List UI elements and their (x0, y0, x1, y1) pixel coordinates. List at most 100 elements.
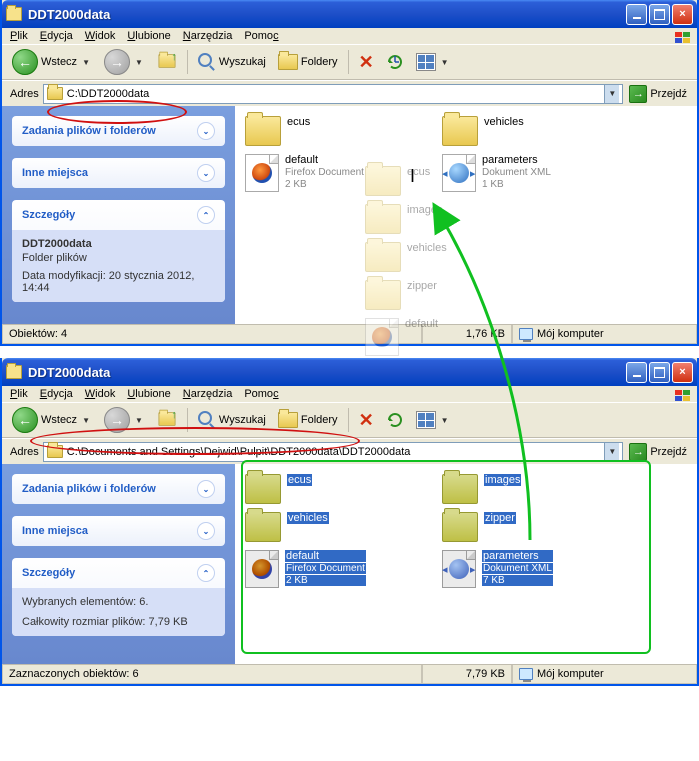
menu-view[interactable]: Widok (85, 30, 116, 42)
menu-help[interactable]: Pomoc (244, 388, 278, 400)
other-places-panel: Inne miejsca⌄ (12, 158, 225, 188)
other-header[interactable]: Inne miejsca⌄ (12, 516, 225, 546)
chevron-icon: ⌄ (197, 164, 215, 182)
tasks-header[interactable]: Zadania plików i folderów⌄ (12, 474, 225, 504)
menu-help[interactable]: Pomoc (244, 30, 278, 42)
menu-file[interactable]: Plik (10, 388, 28, 400)
file-item-default[interactable]: defaultFirefox Document2 KB (245, 550, 430, 588)
views-button[interactable]: ▼ (412, 409, 455, 431)
details-size: Całkowity rozmiar plików: 7,79 KB (22, 616, 215, 628)
address-input[interactable]: C:\DDT2000data ▼ (43, 84, 624, 104)
toolbar: ←Wstecz▼ →▼ Wyszukaj Foldery ✕ ▼ (2, 44, 697, 80)
folders-button[interactable]: Foldery (274, 52, 342, 72)
statusbar: Obiektów: 4 1,76 KB Mój komputer (2, 324, 697, 344)
views-button[interactable]: ▼ (412, 51, 455, 73)
file-item-parameters[interactable]: parametersDokument XML1 KB (442, 154, 627, 192)
menu-tools[interactable]: Narzędzia (183, 388, 233, 400)
menu-fav[interactable]: Ulubione (127, 30, 170, 42)
folder-item-images[interactable]: images (442, 474, 627, 504)
maximize-button[interactable] (649, 362, 670, 383)
xml-doc-icon (442, 154, 476, 192)
window-title: DDT2000data (28, 7, 626, 22)
address-label: Adres (10, 446, 39, 458)
menubar: Plik Edycja Widok Ulubione Narzędzia Pom… (2, 28, 697, 44)
status-size: 7,79 KB (422, 665, 512, 684)
folders-button[interactable]: Foldery (274, 410, 342, 430)
up-button[interactable] (153, 409, 181, 431)
folder-icon (245, 116, 281, 146)
address-dropdown[interactable]: ▼ (604, 443, 619, 461)
firefox-doc-icon (245, 550, 279, 588)
folder-item-ecus[interactable]: ecus (245, 474, 430, 504)
firefox-doc-icon (245, 154, 279, 192)
status-objects: Zaznaczonych obiektów: 6 (2, 665, 422, 684)
address-dropdown[interactable]: ▼ (604, 85, 619, 103)
windows-flag-icon (673, 30, 693, 46)
status-objects: Obiektów: 4 (2, 325, 422, 344)
file-list[interactable]: ecus vehicles defaultFirefox Document2 K… (235, 106, 697, 324)
minimize-button[interactable] (626, 4, 647, 25)
menu-view[interactable]: Widok (85, 388, 116, 400)
menu-fav[interactable]: Ulubione (127, 388, 170, 400)
refresh-button[interactable] (382, 51, 408, 73)
go-button[interactable]: →Przejdź (627, 83, 689, 105)
chevron-icon: ⌄ (197, 480, 215, 498)
back-button[interactable]: ←Wstecz▼ (8, 47, 96, 77)
folder-icon (47, 445, 63, 458)
windows-flag-icon (673, 388, 693, 404)
details-header[interactable]: Szczegóły⌃ (12, 200, 225, 230)
menu-edit[interactable]: Edycja (40, 388, 73, 400)
chevron-icon: ⌃ (197, 206, 215, 224)
close-button[interactable]: × (672, 4, 693, 25)
tasks-header[interactable]: Zadania plików i folderów⌄ (12, 116, 225, 146)
file-list[interactable]: ecus images vehicles zipper defaultFiref… (235, 464, 697, 664)
toolbar: ←Wstecz▼ →▼ Wyszukaj Foldery ✕ ▼ (2, 402, 697, 438)
menu-tools[interactable]: Narzędzia (183, 30, 233, 42)
folder-icon (47, 87, 63, 100)
folder-icon (245, 512, 281, 542)
titlebar[interactable]: DDT2000data × (2, 358, 697, 386)
delete-button[interactable]: ✕ (355, 50, 378, 75)
folder-item-ecus[interactable]: ecus (245, 116, 430, 146)
back-button[interactable]: ←Wstecz▼ (8, 405, 96, 435)
file-item-default[interactable]: defaultFirefox Document2 KB (245, 154, 430, 192)
close-button[interactable]: × (672, 362, 693, 383)
go-button[interactable]: →Przejdź (627, 441, 689, 463)
menubar: Plik Edycja Widok Ulubione Narzędzia Pom… (2, 386, 697, 402)
window-title: DDT2000data (28, 365, 626, 380)
chevron-icon: ⌄ (197, 122, 215, 140)
address-input[interactable]: C:\Documents and Settings\Dejwid\Pulpit\… (43, 442, 624, 462)
sidebar: Zadania plików i folderów⌄ Inne miejsca⌄… (2, 106, 235, 324)
forward-button[interactable]: →▼ (100, 47, 149, 77)
search-button[interactable]: Wyszukaj (194, 409, 270, 431)
computer-icon (519, 668, 533, 680)
details-modified: Data modyfikacji: 20 stycznia 2012, 14:4… (22, 270, 215, 294)
refresh-button[interactable] (382, 409, 408, 431)
address-path: C:\Documents and Settings\Dejwid\Pulpit\… (67, 446, 411, 458)
folder-item-vehicles[interactable]: vehicles (245, 512, 430, 542)
menu-file[interactable]: Plik (10, 30, 28, 42)
details-panel: Szczegóły⌃ Wybranych elementów: 6. Całko… (12, 558, 225, 636)
titlebar[interactable]: DDT2000data × (2, 0, 697, 28)
explorer-window-top: DDT2000data × Plik Edycja Widok Ulubione… (0, 0, 699, 346)
maximize-button[interactable] (649, 4, 670, 25)
computer-icon (519, 328, 533, 340)
delete-button[interactable]: ✕ (355, 408, 378, 433)
address-label: Adres (10, 88, 39, 100)
sidebar: Zadania plików i folderów⌄ Inne miejsca⌄… (2, 464, 235, 664)
details-selected: Wybranych elementów: 6. (22, 596, 215, 608)
minimize-button[interactable] (626, 362, 647, 383)
folder-icon (245, 474, 281, 504)
other-header[interactable]: Inne miejsca⌄ (12, 158, 225, 188)
forward-button[interactable]: →▼ (100, 405, 149, 435)
search-button[interactable]: Wyszukaj (194, 51, 270, 73)
address-bar: Adres C:\DDT2000data ▼ →Przejdź (2, 80, 697, 106)
up-button[interactable] (153, 51, 181, 73)
xml-doc-icon (442, 550, 476, 588)
folder-item-vehicles[interactable]: vehicles (442, 116, 627, 146)
details-header[interactable]: Szczegóły⌃ (12, 558, 225, 588)
file-item-parameters[interactable]: parametersDokument XML7 KB (442, 550, 627, 588)
folder-item-zipper[interactable]: zipper (442, 512, 627, 542)
menu-edit[interactable]: Edycja (40, 30, 73, 42)
status-size: 1,76 KB (422, 325, 512, 344)
